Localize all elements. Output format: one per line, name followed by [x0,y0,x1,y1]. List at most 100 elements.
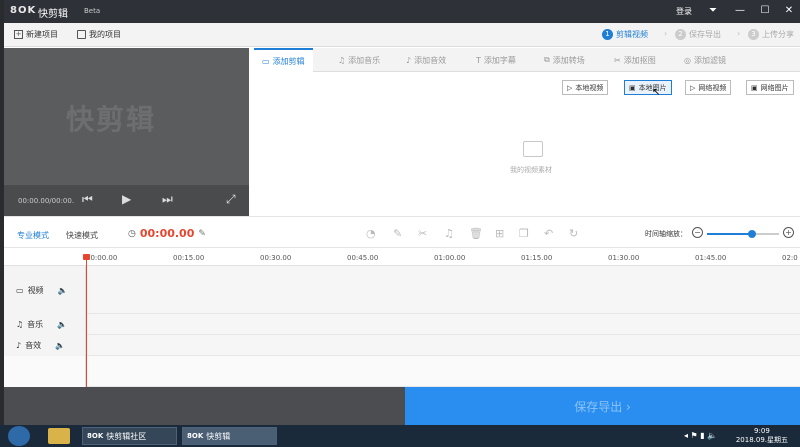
new-project-button[interactable]: + 新建项目 [14,29,58,40]
music-note-icon: ♫ [16,320,24,329]
track-header-empty [4,356,86,387]
current-timecode: ◷ 00:00.00 ✎ [128,227,206,240]
dropdown-menu-icon[interactable]: ⏷ [704,3,722,19]
transition-icon: ⧉ [544,55,550,64]
save-export-button[interactable]: 保存导出 › [405,387,800,425]
tab-add-clip[interactable]: ▭ 添加剪辑 [254,48,313,72]
ruler-tick: 01:15.00 [521,254,553,262]
play-icon[interactable]: ▶ [122,192,131,206]
start-button[interactable] [8,426,30,446]
ruler-tick: 00:45.00 [347,254,379,262]
clock-icon: ◷ [128,228,136,239]
tab-add-transition[interactable]: ⧉ 添加转场 [536,48,593,72]
taskbar-item-editor[interactable]: 8OK 快剪辑 [182,427,277,445]
speaker-icon[interactable]: 🔈 [58,286,68,295]
system-tray-icon[interactable]: ◂ ⚑ ▮ 🔈 [684,431,717,440]
tab-add-matting[interactable]: ✂ 添加抠图 [606,48,664,72]
tab-add-subtitle[interactable]: T 添加字幕 [468,48,524,72]
ruler-tick: 01:30.00 [608,254,640,262]
fast-mode-tab[interactable]: 快速模式 [66,230,98,241]
zoom-slider[interactable] [707,230,779,238]
pencil-icon[interactable]: ✎ [393,227,402,240]
trash-icon[interactable]: 🗑 [469,227,483,240]
local-video-button[interactable]: ▷ 本地视频 [562,80,609,95]
bell-icon[interactable]: ♫ [444,227,454,240]
folder-icon [77,30,86,39]
app-name: 快剪辑 [38,9,68,20]
material-library: ▷ 本地视频 ▣ 本地图片 ▷ 网络视频 ▣ 网络图片 ↖ 我的视频素材 [254,73,800,216]
step-upload-share[interactable]: 3 上传分享 [748,29,794,40]
crop-icon[interactable]: ⊞ [495,227,504,240]
previous-icon[interactable]: ⏮ [82,192,93,207]
copy-icon[interactable]: ❐ [519,227,529,240]
scissors-icon[interactable]: ✂ [418,227,427,240]
pro-mode-tab[interactable]: 专业模式 [17,230,49,241]
music-track[interactable] [86,314,800,335]
step-edit-video[interactable]: 1 剪辑视频 [602,29,648,40]
tab-add-sound[interactable]: ♪ 添加音效 [398,48,454,72]
edit-pencil-icon[interactable]: ✎ [198,229,206,239]
close-icon[interactable]: ✕ [780,3,798,19]
video-preview: 快剪辑 00:00.00/00:00. ⏮ ▶ ⏭ ⤢ [4,48,249,216]
ruler-tick: 01:45.00 [695,254,727,262]
my-projects-button[interactable]: 我的项目 [77,29,121,40]
zoom-in-icon[interactable]: + [783,227,794,238]
login-link[interactable]: 登录 [676,6,692,17]
plus-icon: + [14,30,23,39]
step-save-export[interactable]: 2 保存导出 [675,29,721,40]
timeline-empty-area [86,356,800,387]
text-icon: T [476,55,481,65]
chevron-right-icon: › [664,29,668,38]
app-logo-icon: 8OK [87,432,104,440]
bottom-bar [4,387,405,425]
project-toolbar: + 新建项目 我的项目 1 剪辑视频 › 2 保存导出 › 3 上传分享 [4,23,800,47]
beta-label: Beta [84,7,101,15]
zoom-label: 时间轴缩放： [645,230,687,238]
network-video-button[interactable]: ▷ 网络视频 [685,80,732,95]
speaker-icon[interactable]: 🔈 [57,320,67,329]
zoom-slider-fill [707,233,752,235]
image-icon: ▣ [751,83,758,92]
redo-icon[interactable]: ↻ [569,227,578,240]
tab-add-filter[interactable]: ◎ 添加滤镜 [676,48,734,72]
folder-icon[interactable] [48,428,70,444]
empty-library-text: 我的视频素材 [510,166,552,174]
tab-add-music[interactable]: ♫ 添加音乐 [330,48,388,72]
local-image-button[interactable]: ▣ 本地图片 [624,80,672,95]
maximize-icon[interactable]: ☐ [756,3,774,19]
app-logo: 8OK [10,5,37,16]
material-tabs: ▭ 添加剪辑 ♫ 添加音乐 ♪ 添加音效 T 添加字幕 ⧉ 添加转场 ✂ 添加抠… [254,48,800,72]
ruler-tick: 00:30.00 [260,254,292,262]
ruler-tick: 01:00.00 [434,254,466,262]
sound-effect-icon: ♪ [16,341,22,350]
video-track-header: ▭ 视频 🔈 [4,266,86,314]
music-note-icon: ♫ [338,55,346,65]
zoom-out-icon[interactable]: − [692,227,703,238]
windows-taskbar: 8OK 快剪辑社区 8OK 快剪辑 ◂ ⚑ ▮ 🔈 9:09 2018.09.星… [0,425,800,447]
app-logo-icon: 8OK [187,432,204,440]
video-camera-icon: ▭ [262,56,270,66]
speed-icon[interactable]: ◔ [366,227,376,240]
network-image-button[interactable]: ▣ 网络图片 [746,80,794,95]
filter-icon: ◎ [684,55,691,65]
next-icon[interactable]: ⏭ [162,192,173,207]
taskbar-item-community[interactable]: 8OK 快剪辑社区 [82,427,177,445]
zoom-slider-handle[interactable] [747,230,756,238]
timeline-ruler[interactable]: 00:00.00 00:15.00 00:30.00 00:45.00 01:0… [4,248,800,266]
ruler-tick: 02:0 [782,254,798,262]
sound-track[interactable] [86,335,800,356]
fullscreen-icon[interactable]: ⤢ [226,192,236,207]
video-icon: ▷ [690,83,696,92]
edit-toolbar: 专业模式 快速模式 ◷ 00:00.00 ✎ ◔ ✎ ✂ ♫ 🗑 ⊞ ❐ ↶ ↻… [4,216,800,248]
playhead-line [86,256,87,387]
mouse-cursor-icon: ↖ [652,87,661,98]
video-track[interactable] [86,266,800,314]
taskbar-clock[interactable]: 9:09 2018.09.星期五 [736,427,788,445]
speaker-icon[interactable]: 🔈 [55,341,65,350]
music-track-header: ♫ 音乐 🔈 [4,314,86,335]
chevron-right-icon: › [737,29,741,38]
undo-icon[interactable]: ↶ [544,227,553,240]
matting-icon: ✂ [614,55,621,65]
minimize-icon[interactable]: — [731,3,749,19]
empty-video-icon [523,141,543,157]
